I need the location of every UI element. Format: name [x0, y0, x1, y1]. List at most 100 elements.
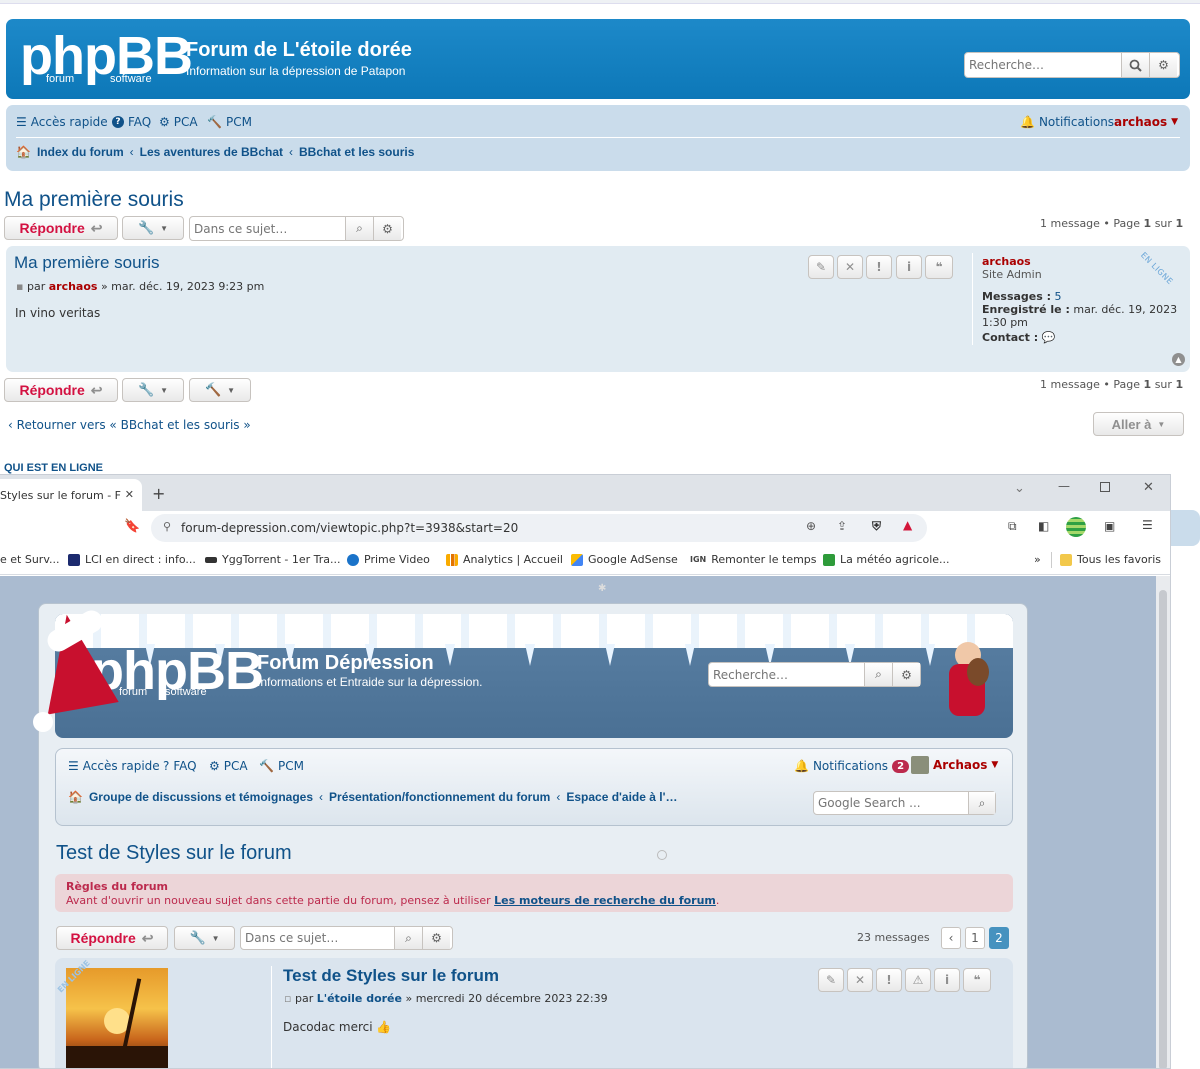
- scrollbar-thumb[interactable]: [1159, 590, 1167, 1068]
- google-search-input[interactable]: [814, 792, 968, 814]
- faq-link[interactable]: ? FAQ: [112, 115, 151, 129]
- all-bookmarks[interactable]: Tous les favoris: [1060, 553, 1161, 566]
- rules-link[interactable]: Les moteurs de recherche du forum: [494, 894, 716, 907]
- page-1-link[interactable]: 1: [965, 927, 985, 949]
- breadcrumb-item[interactable]: Groupe de discussions et témoignages: [89, 790, 313, 804]
- inner-post-title[interactable]: Test de Styles sur le forum: [283, 966, 499, 986]
- topic-title[interactable]: Ma première souris: [4, 188, 184, 212]
- sidebar-icon[interactable]: ◧: [1038, 519, 1049, 533]
- report-post-button[interactable]: !: [866, 255, 892, 279]
- reply-button[interactable]: Répondre ↩: [4, 216, 118, 240]
- inner-logo[interactable]: phpBB forum software: [91, 644, 264, 698]
- outer-logo[interactable]: phpBB forum software: [20, 29, 193, 85]
- outer-site-title[interactable]: Forum de L'étoile dorée: [186, 39, 412, 62]
- maximize-button[interactable]: [1100, 482, 1110, 492]
- breadcrumb-item[interactable]: Présentation/fonctionnement du forum: [329, 790, 550, 804]
- return-link[interactable]: ‹ Retourner vers « BBchat et les souris …: [8, 418, 251, 432]
- inner-report-button[interactable]: !: [876, 968, 902, 992]
- bookmark-item[interactable]: Analytics | Accueil: [446, 553, 563, 566]
- info-post-button[interactable]: i: [896, 255, 922, 279]
- extensions-icon[interactable]: ⧉: [1008, 519, 1017, 534]
- inner-pcm[interactable]: 🔨 PCM: [259, 759, 304, 773]
- browser-tab[interactable]: Styles sur le forum - F ✕: [0, 479, 142, 511]
- tab-search-button[interactable]: ⌄: [1014, 481, 1025, 496]
- inner-search-input[interactable]: [709, 663, 864, 686]
- inner-edit-button[interactable]: ✎: [818, 968, 844, 992]
- profile-messages-count[interactable]: 5: [1055, 290, 1062, 303]
- inner-topic-search-button[interactable]: ⌕: [394, 927, 422, 949]
- reply-button-bottom[interactable]: Répondre ↩: [4, 378, 118, 402]
- post-author[interactable]: archaos: [49, 280, 98, 293]
- inner-search-box: ⌕ ⚙: [708, 662, 921, 687]
- breadcrumb-item[interactable]: BBchat et les souris: [299, 145, 414, 159]
- inner-reply-button[interactable]: Répondre ↩: [56, 926, 168, 950]
- inner-search-advanced[interactable]: ⚙: [892, 663, 920, 686]
- topic-search-advanced[interactable]: ⚙: [373, 217, 401, 240]
- inner-topic-title[interactable]: Test de Styles sur le forum: [56, 842, 292, 865]
- inner-site-title[interactable]: Forum Dépression: [257, 652, 434, 675]
- menu-icon[interactable]: ☰: [1142, 518, 1153, 532]
- inner-post-author[interactable]: L'étoile dorée: [317, 992, 402, 1005]
- address-bar[interactable]: ⚲ forum-depression.com/viewtopic.php?t=3…: [151, 514, 927, 542]
- vpn-icon[interactable]: [1066, 517, 1086, 537]
- inner-topic-search-advanced[interactable]: ⚙: [422, 927, 450, 949]
- inner-tools-button[interactable]: 🔧 ▼: [174, 926, 235, 950]
- topic-tools-button-bottom[interactable]: 🔧 ▼: [122, 378, 184, 402]
- minimize-button[interactable]: —: [1058, 479, 1070, 493]
- shield-icon[interactable]: ⛨: [872, 519, 881, 534]
- inner-topic-search-input[interactable]: [241, 927, 394, 949]
- new-tab-button[interactable]: +: [152, 484, 165, 503]
- triangle-icon[interactable]: ▲: [903, 518, 912, 532]
- breadcrumb-item[interactable]: Index du forum: [37, 145, 124, 159]
- delete-post-button[interactable]: ✕: [837, 255, 863, 279]
- bookmark-item[interactable]: Google AdSense: [571, 553, 678, 566]
- close-window-button[interactable]: ✕: [1143, 480, 1154, 495]
- quick-access-link[interactable]: ☰ Accès rapide: [16, 115, 108, 129]
- back-to-top-icon[interactable]: ▲: [1172, 353, 1185, 366]
- bookmark-item[interactable]: e et Surv...: [0, 553, 59, 566]
- topic-search-button[interactable]: ⌕: [345, 217, 373, 240]
- bookmark-item[interactable]: La météo agricole...: [823, 553, 950, 566]
- bookmarks-overflow[interactable]: »: [1034, 553, 1041, 566]
- pcm-link[interactable]: 🔨 PCM: [207, 115, 252, 129]
- bookmark-item[interactable]: LCI en direct : info...: [68, 553, 196, 566]
- inner-quick-access[interactable]: ☰ Accès rapide: [68, 759, 160, 773]
- outer-search-button[interactable]: [1121, 53, 1149, 77]
- inner-faq[interactable]: ? FAQ: [163, 759, 197, 773]
- jump-to-button[interactable]: Aller à ▼: [1093, 412, 1184, 436]
- inner-notifications[interactable]: 🔔 Notifications 2: [794, 759, 910, 773]
- inner-pca[interactable]: ⚙ PCA: [209, 759, 248, 773]
- breadcrumb-item[interactable]: Espace d'aide à l'…: [566, 790, 677, 804]
- inner-warn-button[interactable]: ⚠: [905, 968, 931, 992]
- post-title[interactable]: Ma première souris: [14, 253, 160, 273]
- bookmark-item[interactable]: YggTorrent - 1er Tra...: [205, 553, 341, 566]
- edit-post-button[interactable]: ✎: [808, 255, 834, 279]
- menu-icon: ☰: [16, 115, 27, 129]
- prev-page-button[interactable]: ‹: [941, 927, 961, 949]
- wallet-icon[interactable]: ▣: [1104, 519, 1115, 533]
- mod-tools-button[interactable]: 🔨 ▼: [189, 378, 251, 402]
- page-2-current[interactable]: 2: [989, 927, 1009, 949]
- inner-quote-button[interactable]: ❝: [963, 968, 991, 992]
- contact-icon[interactable]: 💬: [1042, 331, 1056, 344]
- breadcrumb-item[interactable]: Les aventures de BBchat: [140, 145, 283, 159]
- bookmark-item[interactable]: IGN Remonter le temps: [690, 553, 817, 566]
- user-menu[interactable]: archaos ▼: [1114, 115, 1178, 129]
- bookmark-icon[interactable]: 🔖: [124, 519, 140, 534]
- bookmark-item[interactable]: Prime Video: [347, 553, 430, 566]
- inner-user-menu[interactable]: Archaos ▼: [911, 756, 998, 774]
- outer-search-input[interactable]: [965, 53, 1121, 77]
- exclamation-icon: !: [876, 260, 882, 274]
- quote-post-button[interactable]: ❝: [925, 255, 953, 279]
- google-search-button[interactable]: ⌕: [968, 792, 995, 814]
- outer-advanced-search-button[interactable]: ⚙: [1149, 53, 1177, 77]
- inner-info-button[interactable]: i: [934, 968, 960, 992]
- avatar[interactable]: [66, 968, 168, 1068]
- topic-search-input[interactable]: [190, 217, 345, 240]
- pca-link[interactable]: ⚙ PCA: [159, 115, 198, 129]
- topic-tools-button[interactable]: 🔧 ▼: [122, 216, 184, 240]
- inner-delete-button[interactable]: ✕: [847, 968, 873, 992]
- inner-search-button[interactable]: ⌕: [864, 663, 892, 686]
- scrollbar[interactable]: [1156, 576, 1170, 1068]
- notifications-link[interactable]: 🔔 Notifications: [1020, 115, 1114, 129]
